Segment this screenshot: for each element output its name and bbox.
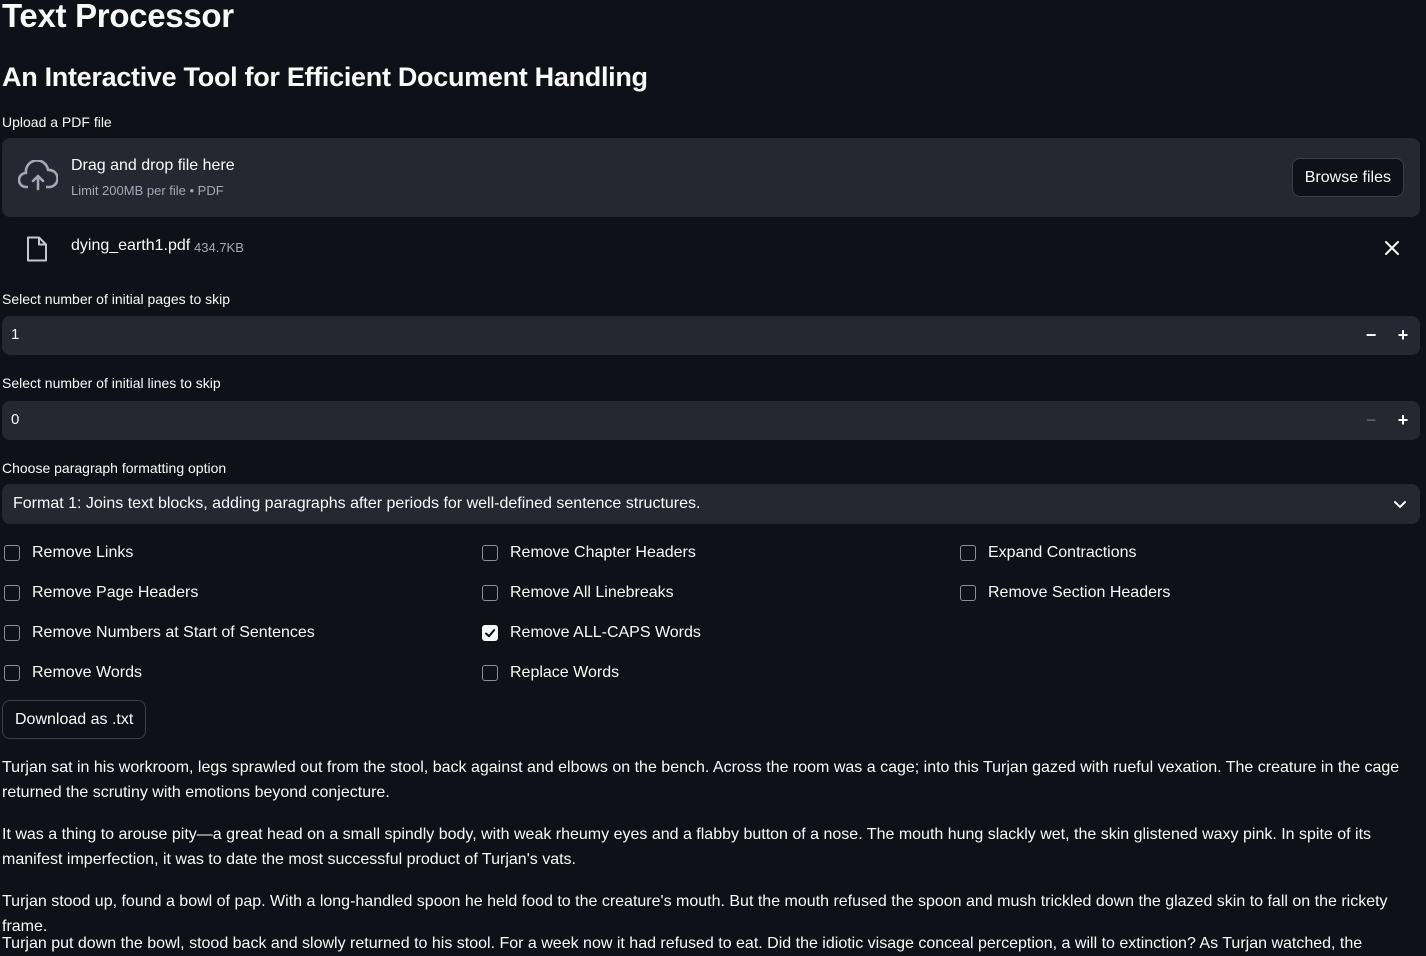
checkbox-remove-chapter-headers[interactable]: Remove Chapter Headers [482,544,696,562]
checkbox-label: Remove Links [32,544,134,561]
uploaded-file-item: dying_earth1.pdf 434.7KB [2,228,1420,268]
file-dropzone[interactable]: Drag and drop file here Limit 200MB per … [2,138,1420,217]
formatting-select[interactable]: Format 1: Joins text blocks, adding para… [2,484,1420,524]
checkbox-box[interactable] [4,625,20,641]
checkbox-box[interactable] [960,545,976,561]
checkbox-box[interactable] [482,665,498,681]
checkmark-icon [485,629,496,638]
checkbox-remove-page-headers[interactable]: Remove Page Headers [4,584,198,602]
close-icon[interactable] [1382,238,1402,258]
checkbox-label: Remove Numbers at Start of Sentences [32,624,315,641]
uploaded-file-size: 434.7KB [194,240,244,255]
checkbox-box[interactable] [4,665,20,681]
checkbox-remove-links[interactable]: Remove Links [4,544,133,562]
checkbox-remove-words[interactable]: Remove Words [4,664,142,682]
checkbox-box[interactable] [960,585,976,601]
checkbox-expand-contractions[interactable]: Expand Contractions [960,544,1137,562]
uploaded-file-name: dying_earth1.pdf [71,237,191,254]
dropzone-instruction: Drag and drop file here [71,157,235,174]
checkbox-label: Expand Contractions [988,544,1137,561]
cloud-upload-icon [18,160,58,191]
checkbox-box[interactable] [4,585,20,601]
skip-pages-input[interactable]: 1 − + [2,316,1420,355]
formatting-label: Choose paragraph formatting option [2,460,227,476]
page-title: Text Processor [2,0,234,34]
checkbox-box[interactable] [482,545,498,561]
formatting-selected-value: Format 1: Joins text blocks, adding para… [13,495,701,512]
app-page: Text Processor An Interactive Tool for E… [0,0,1426,956]
checkbox-replace-words[interactable]: Replace Words [482,664,619,682]
checkbox-remove-all-linebreaks[interactable]: Remove All Linebreaks [482,584,674,602]
checkbox-label: Remove Words [32,664,142,681]
dropzone-limit: Limit 200MB per file • PDF [71,183,224,198]
browse-files-button[interactable]: Browse files [1291,158,1404,197]
checkbox-box-checked[interactable] [482,625,498,641]
output-paragraph: Turjan sat in his workroom, legs sprawle… [2,759,1400,801]
file-icon [27,236,47,262]
chevron-down-icon [1394,501,1406,508]
checkbox-label: Remove Page Headers [32,584,199,601]
output-paragraph: It was a thing to arouse pity—a great he… [2,826,1372,868]
skip-pages-decrement-button[interactable]: − [1355,316,1387,355]
checkbox-label: Remove Section Headers [988,584,1171,601]
skip-pages-value[interactable]: 1 [11,326,19,343]
page-subtitle: An Interactive Tool for Efficient Docume… [2,62,648,92]
skip-lines-value[interactable]: 0 [11,411,19,428]
checkbox-box[interactable] [482,585,498,601]
download-txt-button[interactable]: Download as .txt [2,700,147,739]
skip-lines-decrement-button[interactable]: − [1355,401,1387,440]
checkbox-remove-all-caps-words[interactable]: Remove ALL-CAPS Words [482,624,701,642]
skip-pages-label: Select number of initial pages to skip [2,291,231,307]
checkbox-remove-section-headers[interactable]: Remove Section Headers [960,584,1170,602]
uploader-label: Upload a PDF file [2,114,112,130]
skip-lines-increment-button[interactable]: + [1387,401,1419,440]
checkbox-remove-numbers-at-start[interactable]: Remove Numbers at Start of Sentences [4,624,315,642]
skip-lines-label: Select number of initial lines to skip [2,375,221,391]
checkbox-label: Replace Words [510,664,620,681]
checkbox-label: Remove Chapter Headers [510,544,696,561]
checkbox-box[interactable] [4,545,20,561]
checkbox-label: Remove ALL-CAPS Words [510,624,701,641]
skip-lines-input[interactable]: 0 − + [2,401,1420,440]
output-paragraph: Turjan put down the bowl, stood back and… [2,935,1363,952]
checkbox-label: Remove All Linebreaks [510,584,674,601]
skip-pages-increment-button[interactable]: + [1387,316,1419,355]
